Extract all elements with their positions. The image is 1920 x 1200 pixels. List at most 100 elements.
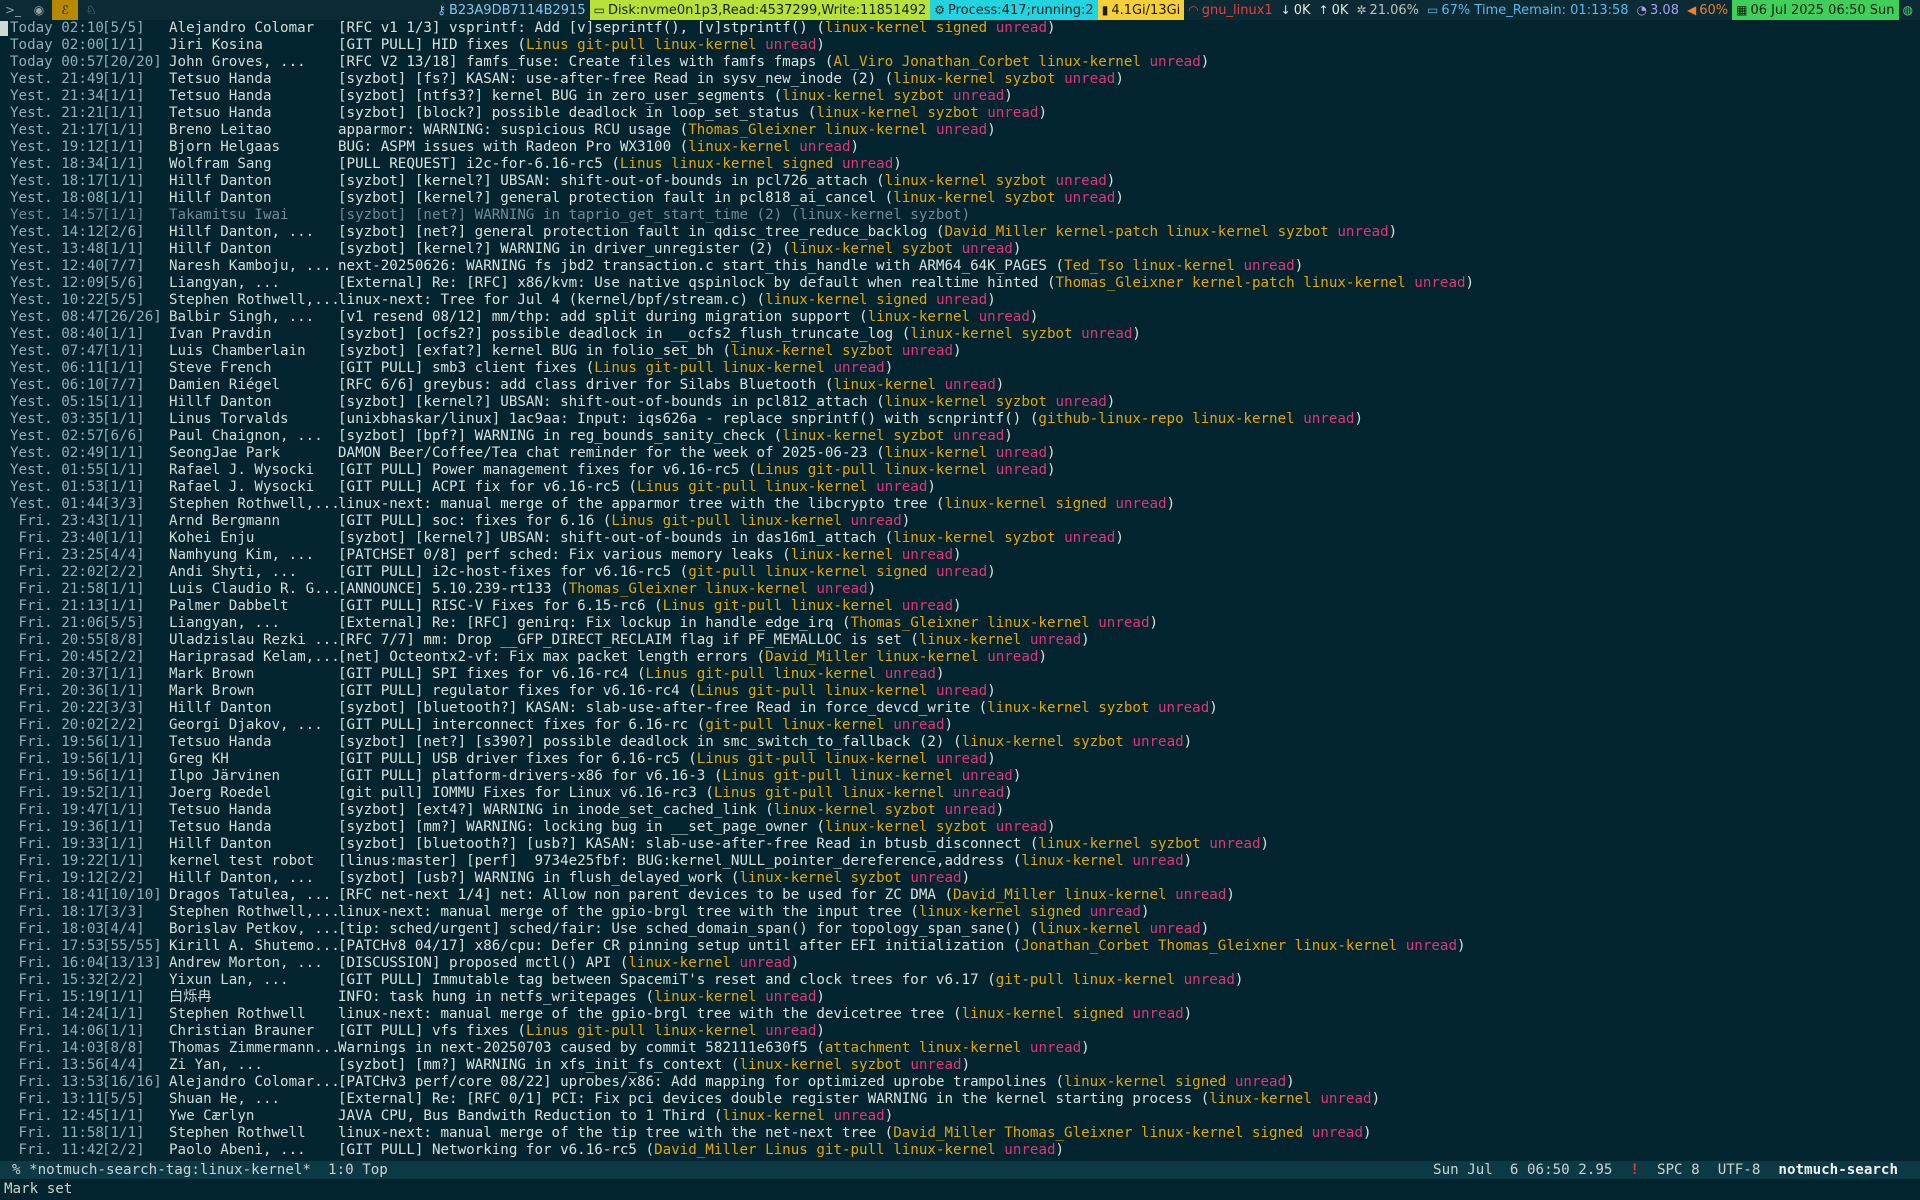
thread-row[interactable]: Yest. 01:44 [3/3] Stephen Rothwell,... linu…: [0, 496, 1920, 513]
workspace-2-button[interactable]: ◉: [26, 0, 52, 20]
thread-date: Fri. 18:03: [10, 921, 104, 937]
thread-row[interactable]: Yest. 21:49 [1/1] Tetsuo Handa [syzbot] [fs…: [0, 71, 1920, 88]
thread-row[interactable]: Fri. 13:56 [4/4] Zi Yan, ... [syzbot] [mm?]…: [0, 1057, 1920, 1074]
thread-row[interactable]: Yest. 01:55 [1/1] Rafael J. Wysocki [GIT PU…: [0, 462, 1920, 479]
thread-row[interactable]: Fri. 17:53 [55/55] Kirill A. Shutemo... [PA…: [0, 938, 1920, 955]
thread-subject: [GIT PULL] vfs fixes: [338, 1023, 509, 1039]
mode-line-right: Sun Jul 6 06:50 2.95 ! SPC 8 UTF-8 notmu…: [1433, 1162, 1920, 1178]
thread-row[interactable]: Fri. 23:40 [1/1] Kohei Enju [syzbot] [kerne…: [0, 530, 1920, 547]
thread-row[interactable]: Yest. 14:57 [1/1] Takamitsu Iwai [syzbot] […: [0, 207, 1920, 224]
thread-row[interactable]: Yest. 02:49 [1/1] SeongJae Park DAMON Beer/…: [0, 445, 1920, 462]
thread-subject: [syzbot] [kernel?] UBSAN: shift-out-of-b…: [338, 530, 877, 546]
thread-row[interactable]: Yest. 19:12 [1/1] Bjorn Helgaas BUG: ASPM i…: [0, 139, 1920, 156]
thread-date: Fri. 19:33: [10, 836, 104, 852]
thread-row[interactable]: Fri. 14:03 [8/8] Thomas Zimmermann... Warni…: [0, 1040, 1920, 1057]
tag-close-paren: ): [1081, 632, 1090, 648]
thread-row[interactable]: Fri. 23:43 [1/1] Arnd Bergmann [GIT PULL] s…: [0, 513, 1920, 530]
thread-row[interactable]: Yest. 12:40 [7/7] Naresh Kamboju, ... next-…: [0, 258, 1920, 275]
thread-count: [1/1]: [102, 122, 145, 138]
thread-row[interactable]: Fri. 11:42 [2/2] Paolo Abeni, ... [GIT PULL…: [0, 1142, 1920, 1159]
thread-row[interactable]: Fri. 20:02 [2/2] Georgi Djakov, ... [GIT PU…: [0, 717, 1920, 734]
workspace-4-button[interactable]: ♘: [78, 0, 104, 20]
thread-subject-line: [syzbot] [ntfs3?] kernel BUG in zero_use…: [338, 88, 1013, 105]
thread-row[interactable]: Yest. 12:09 [5/6] Liangyan, ... [External] …: [0, 275, 1920, 292]
thread-subject: [External] Re: [RFC] x86/kvm: Use native…: [338, 275, 1039, 291]
tag-open-paren: (: [867, 445, 885, 461]
thread-row[interactable]: Fri. 12:45 [1/1] Ywe Cærlyn JAVA CPU, Bus B…: [0, 1108, 1920, 1125]
thread-row[interactable]: Yest. 14:12 [2/6] Hillf Danton, ... [syzbot…: [0, 224, 1920, 241]
thread-row[interactable]: Today 00:57 [20/20] John Groves, ... [RFC V…: [0, 54, 1920, 71]
tag-space: [791, 139, 800, 155]
thread-subject-line: [syzbot] [net?] WARNING in taprio_get_st…: [338, 207, 970, 224]
unread-tag: unread: [893, 717, 945, 733]
workspace-3-button[interactable]: ℰ: [52, 0, 78, 20]
thread-row[interactable]: Yest. 06:10 [7/7] Damien Riégel [RFC 6/6] g…: [0, 377, 1920, 394]
clock-segment: ▦ 06 Jul 2025 06:50 Sun: [1732, 0, 1899, 20]
thread-authors: Alejandro Colomar...: [169, 1074, 340, 1090]
thread-row[interactable]: Fri. 18:41 [10/10] Dragos Tatulea, ... [RFC…: [0, 887, 1920, 904]
thread-row[interactable]: Fri. 20:22 [3/3] Hillf Danton [syzbot] [blu…: [0, 700, 1920, 717]
thread-row[interactable]: Yest. 06:11 [1/1] Steve French [GIT PULL] s…: [0, 360, 1920, 377]
thread-row[interactable]: Fri. 19:36 [1/1] Tetsuo Handa [syzbot] [mm?…: [0, 819, 1920, 836]
thread-row[interactable]: Today 02:10 [5/5] Alejandro Colomar [RFC v1…: [0, 20, 1920, 37]
thread-row[interactable]: Fri. 13:11 [5/5] Shuan He, ... [External] R…: [0, 1091, 1920, 1108]
thread-row[interactable]: Fri. 14:24 [1/1] Stephen Rothwell linux-nex…: [0, 1006, 1920, 1023]
thread-row[interactable]: Fri. 20:37 [1/1] Mark Brown [GIT PULL] SPI …: [0, 666, 1920, 683]
thread-row[interactable]: Fri. 19:22 [1/1] kernel test robot [linus:m…: [0, 853, 1920, 870]
thread-row[interactable]: Fri. 18:03 [4/4] Borislav Petkov, ... [tip:…: [0, 921, 1920, 938]
thread-row[interactable]: Fri. 19:33 [1/1] Hillf Danton [syzbot] [blu…: [0, 836, 1920, 853]
thread-row[interactable]: Yest. 21:17 [1/1] Breno Leitao apparmor: WA…: [0, 122, 1920, 139]
thread-row[interactable]: Fri. 19:56 [1/1] Tetsuo Handa [syzbot] [net…: [0, 734, 1920, 751]
thread-row[interactable]: Fri. 19:12 [2/2] Hillf Danton, ... [syzbot]…: [0, 870, 1920, 887]
thread-date: Fri. 19:56: [10, 734, 104, 750]
tag-close-paren: ): [944, 717, 954, 733]
thread-tags: Linus linux-kernel signed: [619, 156, 834, 172]
thread-row[interactable]: Yest. 08:40 [1/1] Ivan Pravdin [syzbot] [oc…: [0, 326, 1920, 343]
thread-tags: Linus git-pull linux-kernel: [645, 666, 877, 682]
thread-row[interactable]: Yest. 02:57 [6/6] Paul Chaignon, ... [syzbo…: [0, 428, 1920, 445]
thread-subject: [syzbot] [ocfs2?] possible deadlock in _…: [338, 326, 894, 342]
thread-row[interactable]: Yest. 18:34 [1/1] Wolfram Sang [PULL REQUES…: [0, 156, 1920, 173]
thread-row[interactable]: Yest. 21:34 [1/1] Tetsuo Handa [syzbot] [nt…: [0, 88, 1920, 105]
thread-row[interactable]: Fri. 15:32 [2/2] Yixun Lan, ... [GIT PULL] …: [0, 972, 1920, 989]
thread-row[interactable]: Fri. 21:13 [1/1] Palmer Dabbelt [GIT PULL] …: [0, 598, 1920, 615]
thread-row[interactable]: Fri. 21:58 [1/1] Luis Claudio R. G... [ANNO…: [0, 581, 1920, 598]
thread-row[interactable]: Fri. 19:47 [1/1] Tetsuo Handa [syzbot] [ext…: [0, 802, 1920, 819]
tag-space: [987, 20, 996, 36]
thread-row[interactable]: Fri. 19:56 [1/1] Ilpo Järvinen [GIT PULL] p…: [0, 768, 1920, 785]
thread-row[interactable]: Fri. 21:06 [5/5] Liangyan, ... [External] R…: [0, 615, 1920, 632]
thread-row[interactable]: Yest. 18:08 [1/1] Hillf Danton [syzbot] [ke…: [0, 190, 1920, 207]
thread-row[interactable]: Fri. 14:06 [1/1] Christian Brauner [GIT PUL…: [0, 1023, 1920, 1040]
thread-row[interactable]: Yest. 01:53 [1/1] Rafael J. Wysocki [GIT PU…: [0, 479, 1920, 496]
thread-row[interactable]: Fri. 13:53 [16/16] Alejandro Colomar... [PA…: [0, 1074, 1920, 1091]
thread-row[interactable]: Today 02:00 [1/1] Jiri Kosina [GIT PULL] HI…: [0, 37, 1920, 54]
thread-row[interactable]: Yest. 03:35 [1/1] Linus Torvalds [unixbhask…: [0, 411, 1920, 428]
thread-row[interactable]: Fri. 20:45 [2/2] Hariprasad Kelam,... [net]…: [0, 649, 1920, 666]
thread-tags: Linus git-pull linux-kernel: [525, 37, 757, 53]
thread-row[interactable]: Fri. 20:36 [1/1] Mark Brown [GIT PULL] regu…: [0, 683, 1920, 700]
unread-tag: unread: [1234, 1074, 1287, 1090]
thread-row[interactable]: Fri. 15:19 [1/1] 白烁冉 INFO: task hung in net…: [0, 989, 1920, 1006]
thread-row[interactable]: Fri. 11:58 [1/1] Stephen Rothwell linux-nex…: [0, 1125, 1920, 1142]
thread-row[interactable]: Fri. 20:55 [8/8] Uladzislau Rezki ... [RFC …: [0, 632, 1920, 649]
thread-row[interactable]: Fri. 16:04 [13/13] Andrew Morton, ... [DISC…: [0, 955, 1920, 972]
thread-row[interactable]: Fri. 19:56 [1/1] Greg KH [GIT PULL] USB dri…: [0, 751, 1920, 768]
thread-row[interactable]: Yest. 18:17 [1/1] Hillf Danton [syzbot] [ke…: [0, 173, 1920, 190]
thread-row[interactable]: Fri. 18:17 [3/3] Stephen Rothwell,... linux…: [0, 904, 1920, 921]
tag-open-paren: (: [876, 530, 894, 546]
thread-subject-line: [RFC v1 1/3] vsprintf: Add [v]seprintf()…: [338, 20, 1056, 37]
thread-row[interactable]: Yest. 05:15 [1/1] Hillf Danton [syzbot] [ke…: [0, 394, 1920, 411]
thread-row[interactable]: Yest. 21:21 [1/1] Tetsuo Handa [syzbot] [bl…: [0, 105, 1920, 122]
thread-tags: Linus git-pull linux-kernel: [756, 462, 988, 478]
thread-row[interactable]: Fri. 19:52 [1/1] Joerg Roedel [git pull] IO…: [0, 785, 1920, 802]
tray-segment: ◍: [1898, 0, 1920, 20]
thread-row[interactable]: Yest. 10:22 [5/5] Stephen Rothwell,... linu…: [0, 292, 1920, 309]
thread-row[interactable]: Yest. 08:47 [26/26] Balbir Singh, ... [v1 r…: [0, 309, 1920, 326]
thread-row[interactable]: Yest. 07:47 [1/1] Luis Chamberlain [syzbot]…: [0, 343, 1920, 360]
thread-row[interactable]: Fri. 23:25 [4/4] Namhyung Kim, ... [PATCHSE…: [0, 547, 1920, 564]
thread-row[interactable]: Yest. 13:48 [1/1] Hillf Danton [syzbot] [ke…: [0, 241, 1920, 258]
thread-authors: Hillf Danton: [169, 190, 272, 206]
thread-subject-line: [syzbot] [bluetooth?] KASAN: slab-use-af…: [338, 700, 1218, 717]
workspace-1-button[interactable]: >_: [0, 0, 26, 20]
thread-row[interactable]: Fri. 22:02 [2/2] Andi Shyti, ... [GIT PULL]…: [0, 564, 1920, 581]
